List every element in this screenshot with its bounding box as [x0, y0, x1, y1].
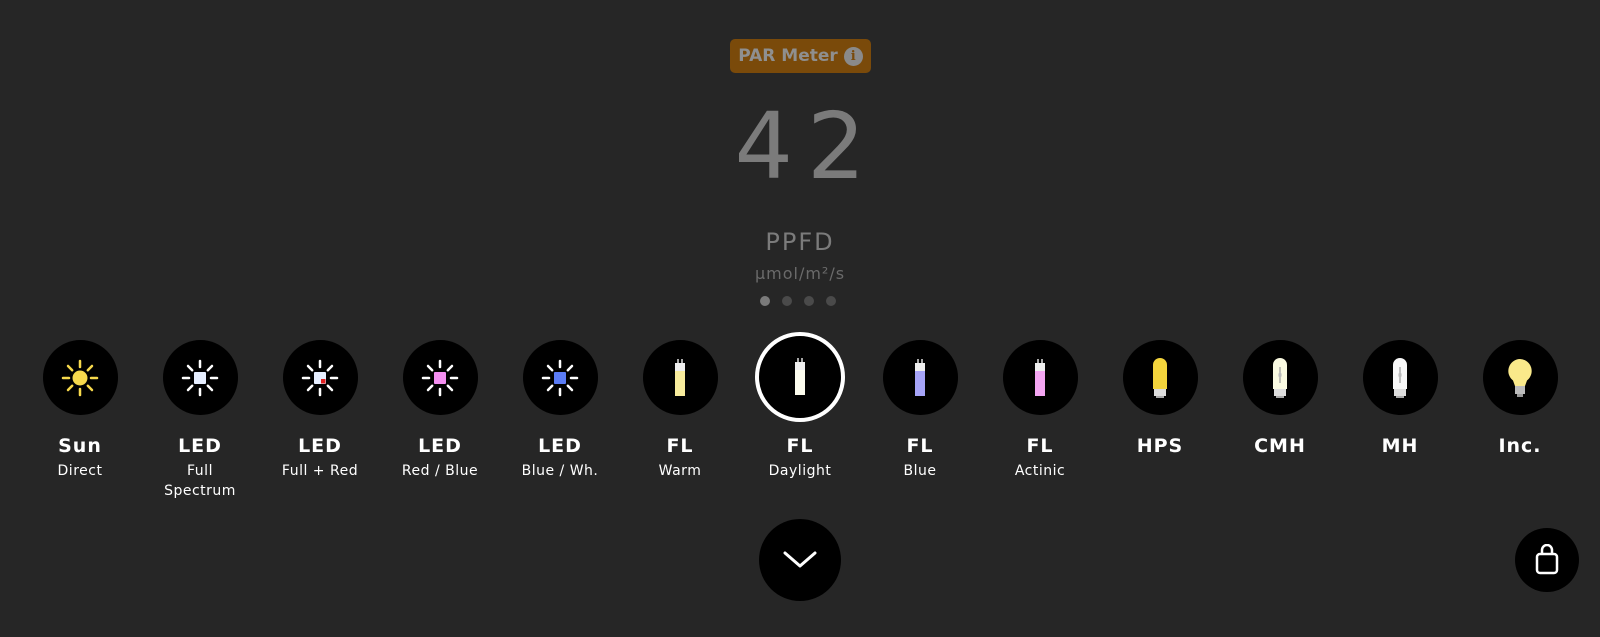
- fluorescent-tube-warm-icon: [670, 358, 690, 398]
- light-option-name: FL: [666, 435, 694, 457]
- incandescent-bulb-icon: [1505, 357, 1535, 399]
- light-source-selector: Sun Direct LED Full Spectrum LED Full + Red LE…: [20, 332, 1580, 501]
- fluorescent-tube-actinic-icon: [1030, 358, 1050, 398]
- light-option-name: CMH: [1254, 435, 1306, 457]
- light-option-circle[interactable]: [522, 340, 598, 415]
- light-option-subtitle: Warm: [658, 463, 702, 479]
- light-option[interactable]: HPS: [1100, 340, 1220, 501]
- hps-bulb-icon: [1150, 357, 1170, 399]
- badge-label: PAR Meter: [738, 46, 838, 66]
- light-option[interactable]: LED Full + Red: [260, 340, 380, 501]
- light-option[interactable]: LED Full Spectrum: [140, 340, 260, 501]
- light-option-subtitle: Red / Blue: [401, 463, 479, 479]
- light-option-subtitle: Daylight: [768, 463, 832, 479]
- light-option-subtitle: Direct: [57, 463, 103, 479]
- light-option-circle[interactable]: [642, 340, 718, 415]
- light-option-name: FL: [906, 435, 934, 457]
- led-full-red-icon: [300, 358, 340, 398]
- ppfd-reading: 42: [734, 93, 880, 200]
- info-icon[interactable]: i: [843, 46, 863, 66]
- light-option[interactable]: Inc.: [1460, 340, 1580, 501]
- light-option-name: LED: [298, 435, 342, 457]
- light-option[interactable]: FL Actinic: [980, 340, 1100, 501]
- light-option-circle[interactable]: [1362, 340, 1438, 415]
- light-option-circle[interactable]: [1122, 340, 1198, 415]
- light-option[interactable]: FL Blue: [860, 340, 980, 501]
- light-option-circle[interactable]: [1242, 340, 1318, 415]
- light-option-circle[interactable]: [755, 332, 845, 422]
- light-option-name: LED: [178, 435, 222, 457]
- light-option[interactable]: CMH: [1220, 340, 1340, 501]
- light-option-subtitle: Blue / Wh.: [521, 463, 599, 479]
- fluorescent-tube-blue-icon: [910, 358, 930, 398]
- light-option-circle[interactable]: [162, 340, 238, 415]
- unit-label: μmol/m²/s: [754, 264, 846, 283]
- light-option-name: Inc.: [1498, 435, 1542, 457]
- par-meter-badge[interactable]: PAR Meter i: [730, 39, 871, 73]
- light-option-circle[interactable]: [1002, 340, 1078, 415]
- light-option[interactable]: LED Red / Blue: [380, 340, 500, 501]
- page-dot[interactable]: [760, 296, 770, 306]
- led-blue-white-icon: [540, 358, 580, 398]
- page-indicator: [760, 296, 836, 306]
- light-option-name: LED: [418, 435, 462, 457]
- light-option-name: FL: [786, 435, 814, 457]
- light-option[interactable]: LED Blue / Wh.: [500, 340, 620, 501]
- cmh-bulb-icon: [1270, 357, 1290, 399]
- shopping-bag-icon: [1535, 544, 1559, 575]
- light-option-circle[interactable]: [42, 340, 118, 415]
- light-option-name: Sun: [58, 435, 102, 457]
- light-option-subtitle: Full Spectrum: [164, 463, 236, 499]
- page-dot[interactable]: [826, 296, 836, 306]
- light-option-subtitle: Full + Red: [281, 463, 359, 479]
- led-red-blue-icon: [420, 358, 460, 398]
- light-option-name: FL: [1026, 435, 1054, 457]
- light-option-name: HPS: [1136, 435, 1184, 457]
- led-full-spectrum-icon: [180, 358, 220, 398]
- fluorescent-tube-daylight-icon: [790, 357, 810, 397]
- page-dot[interactable]: [782, 296, 792, 306]
- light-option-name: LED: [538, 435, 582, 457]
- light-option-subtitle: Blue: [903, 463, 937, 479]
- light-option-circle[interactable]: [282, 340, 358, 415]
- unit-name: PPFD: [765, 228, 835, 256]
- light-option-circle[interactable]: [882, 340, 958, 415]
- light-option-name: MH: [1381, 435, 1419, 457]
- expand-button[interactable]: [759, 519, 841, 601]
- light-option[interactable]: FL Warm: [620, 340, 740, 501]
- shop-button[interactable]: [1515, 528, 1579, 592]
- light-option-circle[interactable]: [1482, 340, 1558, 415]
- light-option[interactable]: MH: [1340, 340, 1460, 501]
- chevron-down-icon: [783, 551, 817, 568]
- light-option[interactable]: FL Daylight: [740, 332, 860, 501]
- light-option-subtitle: Actinic: [1014, 463, 1066, 479]
- light-option[interactable]: Sun Direct: [20, 340, 140, 501]
- sun-icon: [60, 358, 100, 398]
- light-option-circle[interactable]: [402, 340, 478, 415]
- page-dot[interactable]: [804, 296, 814, 306]
- mh-bulb-icon: [1390, 357, 1410, 399]
